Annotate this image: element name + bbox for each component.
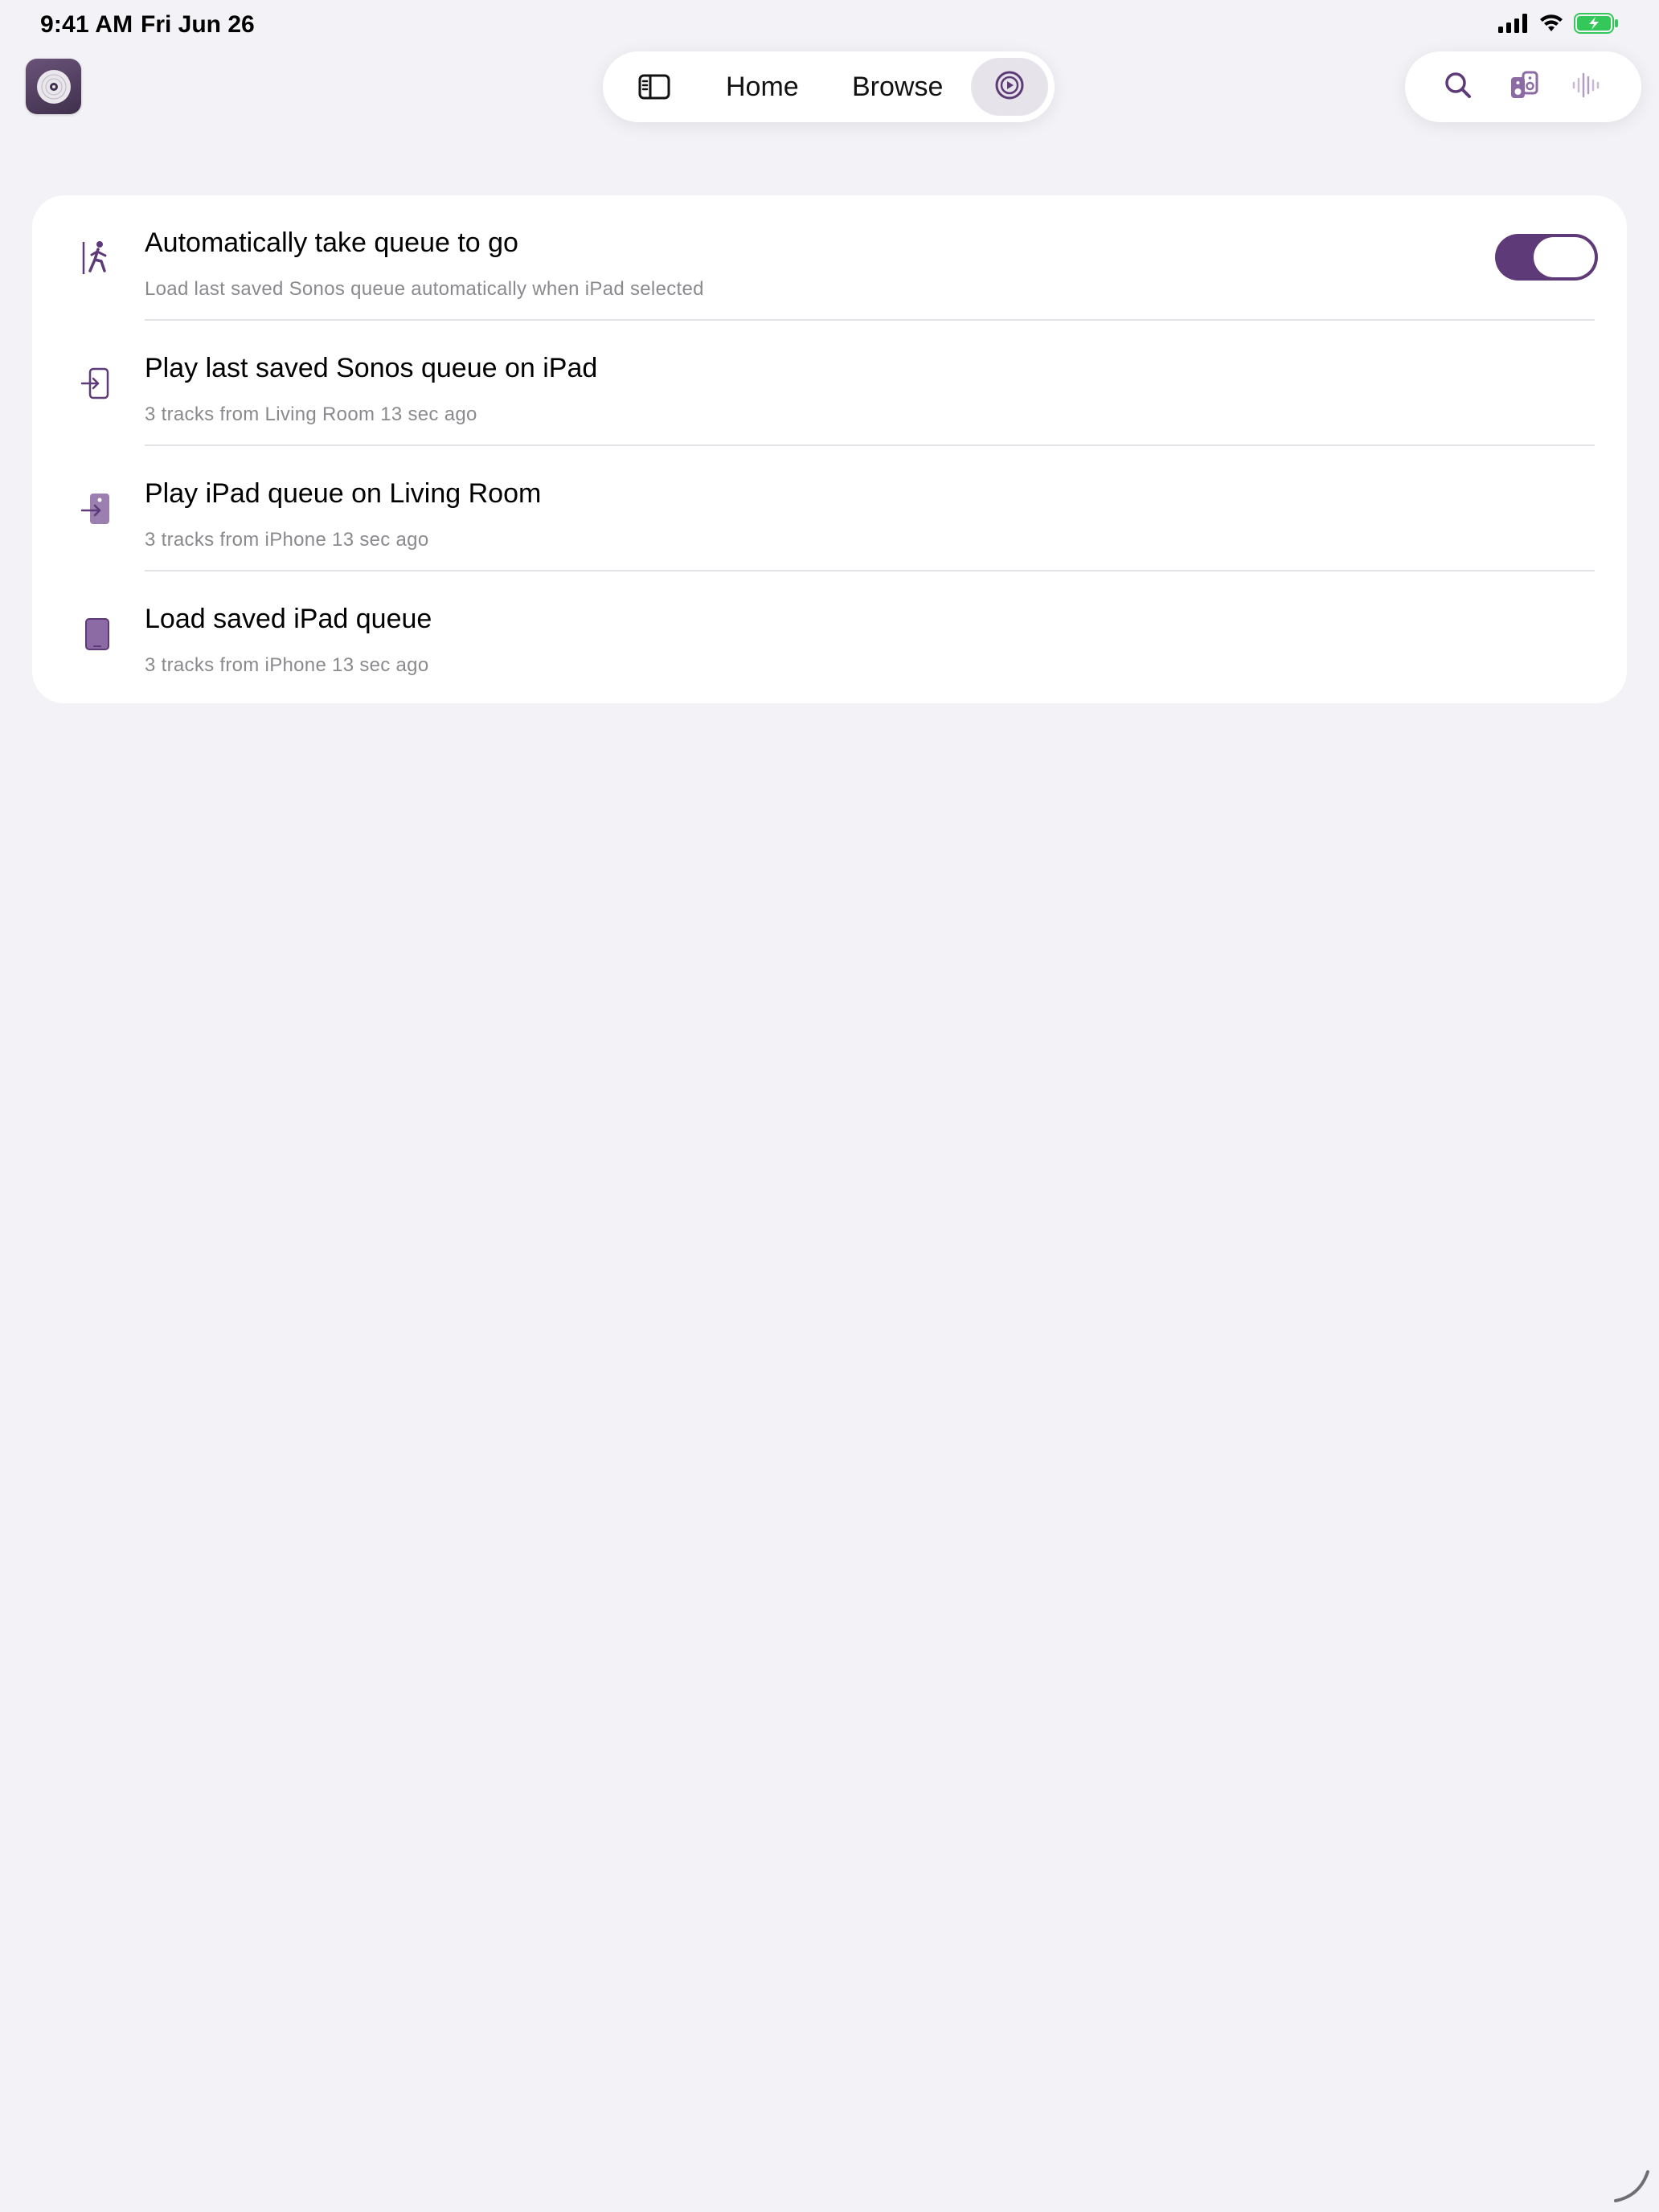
row-subtitle: Load last saved Sonos queue automaticall… [145, 278, 704, 300]
auto-take-queue-toggle[interactable] [1495, 234, 1598, 281]
sonos-app-icon[interactable] [26, 59, 81, 114]
sidebar-toggle-icon[interactable] [633, 71, 675, 103]
top-navigation: Home Browse [603, 51, 1055, 122]
toolbar-actions [1405, 51, 1641, 122]
status-date: Fri Jun 26 [141, 11, 255, 38]
speakers-icon [1508, 69, 1540, 105]
now-playing-queue-icon [993, 69, 1026, 105]
search-icon [1442, 69, 1474, 105]
list-item-play-ipad-queue-on-living-room[interactable]: Play iPad queue on Living Room 3 tracks … [32, 446, 1627, 571]
wifi-icon [1538, 14, 1564, 37]
arrow-into-ipad-icon [79, 363, 114, 404]
list-item-play-sonos-queue-on-ipad[interactable]: Play last saved Sonos queue on iPad 3 tr… [32, 321, 1627, 446]
voice-waveform-icon [1571, 69, 1603, 105]
row-title: Play last saved Sonos queue on iPad [145, 353, 598, 383]
battery-charging-icon [1574, 13, 1619, 38]
status-icons [1498, 13, 1619, 38]
speakers-button[interactable] [1505, 69, 1543, 104]
row-title: Play iPad queue on Living Room [145, 478, 542, 509]
tab-browse[interactable]: Browse [852, 51, 943, 122]
row-title: Load saved iPad queue [145, 604, 432, 634]
row-subtitle: 3 tracks from iPhone 13 sec ago [145, 654, 429, 676]
ipad-icon [79, 613, 114, 655]
walk-out-icon [79, 237, 114, 279]
row-subtitle: 3 tracks from Living Room 13 sec ago [145, 403, 477, 425]
status-bar: 9:41 AM Fri Jun 26 [0, 0, 1659, 51]
row-title: Automatically take queue to go [145, 227, 518, 258]
row-subtitle: 3 tracks from iPhone 13 sec ago [145, 529, 429, 551]
status-time: 9:41 AM [40, 11, 133, 38]
list-item-load-saved-ipad-queue[interactable]: Load saved iPad queue 3 tracks from iPho… [32, 571, 1627, 697]
list-item-auto-take-queue[interactable]: Automatically take queue to go Load last… [32, 195, 1627, 321]
scroll-indicator-icon [1611, 2164, 1653, 2206]
cellular-signal-icon [1498, 14, 1529, 37]
tab-home[interactable]: Home [726, 51, 799, 122]
voice-button[interactable] [1567, 69, 1606, 104]
search-button[interactable] [1439, 69, 1477, 104]
toggle-knob [1534, 237, 1595, 277]
arrow-into-speaker-icon [79, 488, 114, 530]
queue-settings-card: Automatically take queue to go Load last… [32, 195, 1627, 703]
tab-queue[interactable] [971, 58, 1048, 116]
